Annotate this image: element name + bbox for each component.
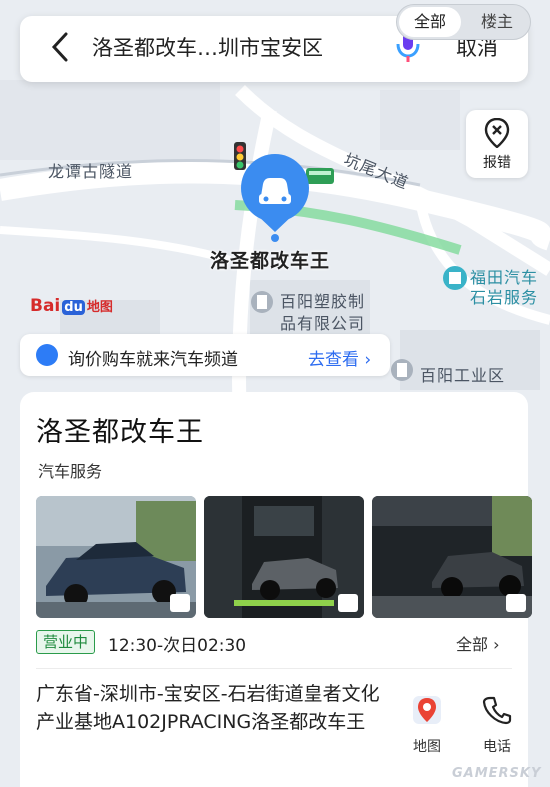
call-action-button[interactable]: 电话: [472, 692, 522, 756]
map-action-button[interactable]: 地图: [402, 692, 452, 756]
place-photo[interactable]: [372, 496, 532, 618]
scope-all-option[interactable]: 全部: [399, 7, 461, 37]
place-photo[interactable]: [36, 496, 196, 618]
search-input[interactable]: 洛圣都改车…圳市宝安区: [92, 32, 323, 62]
photo-strip[interactable]: [36, 496, 532, 618]
hours-all-link[interactable]: 全部 ›: [456, 631, 500, 655]
promo-view-link[interactable]: 去查看 ›: [308, 345, 371, 370]
map-pin-icon: [413, 696, 441, 724]
place-category: 汽车服务: [38, 462, 103, 481]
gallery-icon: [170, 594, 190, 612]
nearby-factory-line2: 品有限公司: [280, 314, 366, 333]
call-action-label: 电话: [483, 739, 511, 755]
nearby-factory-line1: 百阳塑胶制: [280, 292, 366, 311]
nearby-dealer-line2: 石岩服务: [470, 288, 539, 307]
back-arrow-icon[interactable]: [46, 30, 72, 64]
scope-toggle: 全部 楼主: [396, 4, 531, 40]
road-label-tunnel: 龙谭古隧道: [48, 162, 134, 181]
nearby-industrial-zone: 百阳工业区: [420, 366, 506, 385]
baidu-map-logo: Bai du 地图: [30, 296, 113, 316]
phone-icon: [482, 696, 512, 725]
report-pin-icon: [484, 118, 510, 148]
gallery-icon: [506, 594, 526, 612]
promo-banner[interactable]: 询价购车就来汽车频道 去查看 ›: [20, 334, 390, 376]
open-status-badge: 营业中: [36, 630, 96, 654]
place-photo[interactable]: [204, 496, 364, 618]
place-detail-card: 洛圣都改车王 汽车服务 营业中 12:30-次日02:30 全部 › 广东省-深…: [20, 392, 532, 787]
map-poi-label[interactable]: 洛圣都改车王: [210, 246, 330, 273]
place-title: 洛圣都改车王: [36, 417, 204, 448]
place-address: 广东省-深圳市-宝安区-石岩街道皇者文化产业基地A102JPRACING洛圣都改…: [36, 683, 380, 733]
map-action-label: 地图: [413, 739, 441, 755]
report-error-button[interactable]: 报错: [466, 110, 528, 178]
car-channel-icon: [36, 344, 58, 366]
gallery-icon: [338, 594, 358, 612]
source-watermark: GAMERSKY: [452, 766, 542, 781]
divider: [36, 668, 512, 669]
opening-hours: 12:30-次日02:30: [108, 636, 247, 656]
promo-text: 询价购车就来汽车频道: [68, 350, 238, 370]
report-error-label: 报错: [483, 155, 511, 171]
scope-floor-option[interactable]: 楼主: [467, 7, 527, 37]
hours-row[interactable]: 营业中 12:30-次日02:30 全部 ›: [36, 630, 516, 656]
